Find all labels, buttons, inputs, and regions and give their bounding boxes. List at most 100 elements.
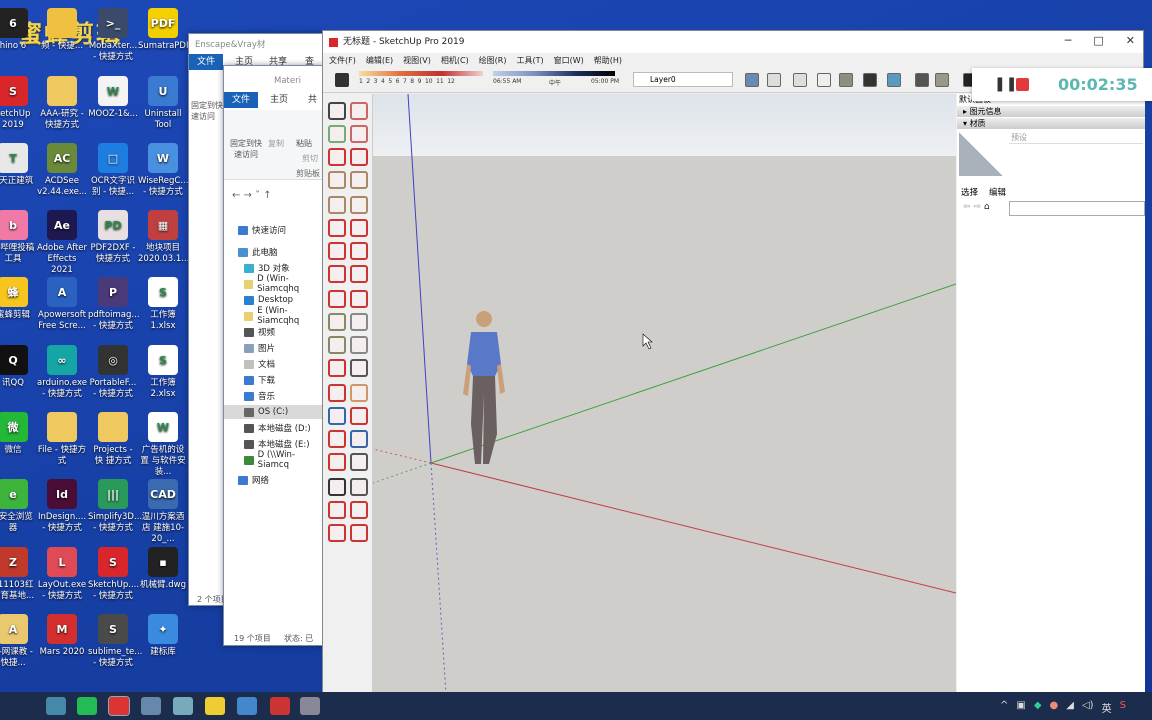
close-button[interactable]: ✕ [1126, 34, 1135, 47]
dimension-tool-icon[interactable] [350, 313, 368, 331]
section-plane-tool-icon[interactable] [328, 384, 346, 402]
previous-tool-icon[interactable] [328, 453, 346, 471]
desktop-icon[interactable]: S SketchUp.... - 快捷方式 [88, 547, 139, 602]
warehouse-tool-icon[interactable] [328, 501, 346, 519]
taskbar-camera-app-icon[interactable] [237, 697, 257, 715]
desktop-icon[interactable]: S 工作簿2.xlsx [138, 345, 188, 400]
pin-button[interactable]: 固定到快速访问 [191, 100, 225, 122]
eraser2-tool-icon[interactable] [350, 125, 368, 143]
shadows-icon[interactable] [335, 73, 349, 87]
desktop-icon[interactable]: ||| Simplify3D... - 快捷方式 [88, 479, 142, 534]
offset-tool-icon[interactable] [350, 290, 368, 308]
pencil-tool-icon[interactable] [328, 148, 346, 166]
desktop-icon[interactable]: U Uninstall Tool [138, 76, 188, 131]
volume-icon[interactable]: ◁) [1082, 700, 1094, 715]
minimize-button[interactable]: ─ [1065, 34, 1072, 47]
nav-item[interactable]: 文档 [244, 357, 275, 371]
nav-arrows-icon[interactable]: ⇦ ⇨ ⌂ [963, 202, 990, 212]
tab-file[interactable]: 文件 [189, 54, 224, 70]
position-camera-tool-icon[interactable] [350, 430, 368, 448]
cut-button[interactable]: 剪切 [302, 153, 318, 164]
desktop-icon[interactable]: W 广告机的设置 与软件安装... [138, 412, 188, 478]
explorer-window-front[interactable]: Materi 文件 主页 共享 固定到快速访问 复制 粘贴 剪切 剪贴板 ← →… [223, 65, 326, 646]
desktop-icon[interactable]: Q 讯QQ [0, 345, 38, 389]
show-hidden-icons-button[interactable]: ^ [1000, 700, 1008, 715]
eraser-tool-icon[interactable] [350, 102, 368, 120]
taskbar-start-button-icon[interactable] [12, 697, 32, 715]
taskbar-acrobat-icon[interactable] [270, 697, 290, 715]
layer-select[interactable]: Layer0 [633, 72, 733, 87]
desktop-icon[interactable]: A A-网课教 - 快捷... [0, 614, 38, 669]
desktop-icon[interactable]: ◎ PortableF... - 快捷方式 [88, 345, 138, 400]
nav-item[interactable]: E (Win-Siamcqhq [244, 306, 324, 326]
desktop-icon[interactable]: AC ACDSee v2.44.exe... [37, 143, 87, 198]
select-tool-icon[interactable] [328, 102, 346, 120]
shaded-style-icon[interactable] [839, 73, 853, 87]
tray-app-icon[interactable]: ▣ [1016, 700, 1025, 715]
desktop-icon[interactable]: AAA-研究 - 快捷方式 [37, 76, 87, 131]
nav-item[interactable]: 3D 对象 [244, 261, 290, 275]
pin-quick-access-button[interactable]: 固定到快速访问 [228, 138, 264, 160]
sogou-ime-icon[interactable]: S [1120, 700, 1126, 715]
desktop-icon[interactable]: SketchUp 2019 [0, 76, 38, 131]
pie-tool-icon[interactable] [350, 219, 368, 237]
nav-item[interactable]: 网络 [238, 473, 269, 487]
freehand-tool-icon[interactable] [350, 148, 368, 166]
desktop-icon[interactable]: Z 211103红 教育基地... [0, 547, 38, 602]
rectangle-tool-icon[interactable] [328, 171, 346, 189]
stop-button[interactable] [1016, 78, 1029, 91]
desktop-icon[interactable]: PDF SumatraPDF [138, 8, 191, 52]
taskbar-sketchup-icon[interactable] [108, 696, 130, 716]
tab-file[interactable]: 文件 [224, 92, 259, 108]
zoom-extents-tool-icon[interactable] [328, 430, 346, 448]
taskbar-cad-icon[interactable] [141, 697, 161, 715]
taskbar-network-app-icon[interactable] [173, 697, 193, 715]
nav-item[interactable]: 视频 [244, 325, 275, 339]
desktop-icon[interactable]: 6 hino 6 [0, 8, 38, 52]
monochrome-style-icon[interactable] [887, 73, 901, 87]
tab-edit[interactable]: 编辑 [989, 186, 1006, 198]
nav-item[interactable]: 快速访问 [238, 223, 286, 237]
desktop-icon[interactable]: CAD 温川方案酒店 建施10-20_... [138, 479, 188, 545]
3d-viewport[interactable] [373, 94, 956, 694]
desktop-icon[interactable]: M Mars 2020 [37, 614, 87, 658]
desktop-icon[interactable]: Id InDesign.... - 快捷方式 [37, 479, 87, 534]
nav-item[interactable]: Desktop [244, 293, 293, 307]
desktop-icon[interactable]: 频 - 快捷... [37, 8, 87, 52]
user-icon[interactable]: ● [1050, 700, 1059, 715]
menu-item[interactable]: 文件(F) [329, 55, 356, 66]
rotated-rectangle-tool-icon[interactable] [350, 171, 368, 189]
extension-tool-icon[interactable] [350, 501, 368, 519]
desktop-icon[interactable]: Ae Adobe After Effects 2021 [37, 210, 87, 276]
walk-look-tool-icon[interactable] [350, 384, 368, 402]
desktop-icon[interactable]: L LayOut.exe - 快捷方式 [37, 547, 87, 602]
tab-home[interactable]: 主页 [262, 92, 296, 108]
desktop-icon[interactable]: A Apowersoft Free Scre... [37, 277, 87, 332]
desktop-icon[interactable]: W WiseRegC... - 快捷方式 [138, 143, 188, 198]
nav-item[interactable]: OS (C:) [224, 405, 324, 419]
paint-bucket-tool-icon[interactable] [328, 125, 346, 143]
tab-select[interactable]: 选择 [961, 186, 978, 198]
look-around-tool-icon[interactable] [350, 453, 368, 471]
share-tool-icon[interactable] [350, 524, 368, 542]
nav-item[interactable]: 图片 [244, 341, 275, 355]
axes-tool-icon[interactable] [328, 359, 346, 377]
sketchup-window[interactable]: 无标题 - SketchUp Pro 2019 ─ □ ✕ 文件(F) 编辑(E) 视图… [322, 30, 1145, 694]
taskbar-wechat-icon[interactable] [77, 697, 97, 715]
nav-item[interactable]: 本地磁盘 (D:) [244, 421, 311, 435]
warehouse-icon[interactable] [915, 73, 929, 87]
input-language[interactable]: 英 [1102, 700, 1112, 715]
send-tool-icon[interactable] [328, 524, 346, 542]
maximize-button[interactable]: □ [1093, 34, 1103, 47]
move-tool-icon[interactable] [328, 242, 346, 260]
desktop-icon[interactable]: 微微信 [0, 412, 38, 456]
desktop-icon[interactable]: b 哩哔哩投稿 工具 [0, 210, 38, 265]
desktop-icon[interactable]: >_ MobaXter... - 快捷方式 [88, 8, 138, 63]
menu-item[interactable]: 窗口(W) [554, 55, 584, 66]
desktop-icon[interactable]: T D天正建筑 [0, 143, 38, 187]
material-swatch[interactable] [959, 132, 1003, 176]
nav-item[interactable]: 本地磁盘 (E:) [244, 437, 310, 451]
desktop-icon[interactable]: ▦ 地块项目 2020.03.1... [138, 210, 189, 265]
desktop-icon[interactable]: Ssublime_te... - 快捷方式 [88, 614, 142, 669]
scale-tool-icon[interactable] [328, 290, 346, 308]
